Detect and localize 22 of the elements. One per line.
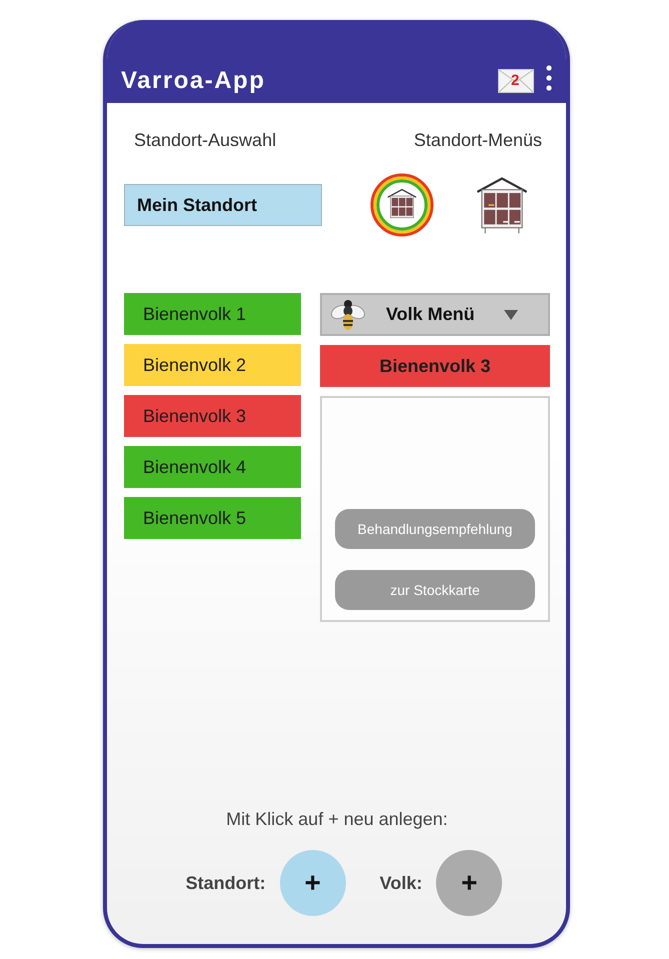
caret-icon [504,310,518,320]
colony-item[interactable]: Bienenvolk 3 [124,395,301,437]
colony-item[interactable]: Bienenvolk 4 [124,446,301,488]
location-field[interactable]: Mein Standort [124,184,322,226]
unread-count: 2 [511,72,520,89]
envelope-icon [498,69,534,93]
add-button[interactable]: + [436,850,502,916]
mail-button[interactable]: 2 [498,69,534,93]
location-menus-heading: Standort-Menüs [414,130,542,151]
app-title: Varroa-App [121,67,266,95]
more-menu-icon[interactable] [546,65,552,91]
colony-item[interactable]: Bienenvolk 2 [124,344,301,386]
location-selection-heading: Standort-Auswahl [134,130,276,151]
add-label: Standort: [186,872,266,894]
add-label: Volk: [380,872,422,894]
hive-ring-icon[interactable] [370,173,434,237]
colony-item[interactable]: Bienenvolk 5 [124,497,301,539]
create-hint: Mit Klick auf + neu anlegen: [226,809,448,830]
add-button[interactable]: + [280,850,346,916]
selected-colony-label: Bienenvolk 3 [379,356,491,376]
colony-menu-dropdown[interactable]: Volk Menü [320,293,550,336]
colony-item[interactable]: Bienenvolk 1 [124,293,301,335]
